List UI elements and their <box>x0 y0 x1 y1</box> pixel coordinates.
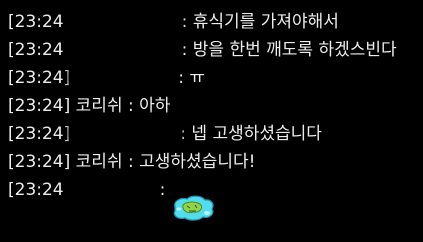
mint-emote-sticker-icon <box>173 195 214 221</box>
redacted-username <box>70 60 176 94</box>
chat-message: : <box>159 180 166 200</box>
chat-timestamp: [23:24] <box>8 124 71 144</box>
chat-line: [23:24] : ㅠ <box>8 60 420 94</box>
chat-message: 코리쉬 : 아하 <box>75 96 171 116</box>
chat-timestamp: [23:24 <box>8 40 64 60</box>
chat-timestamp: [23:24] <box>8 96 71 116</box>
chat-timestamp: [23:24 <box>8 12 64 32</box>
chat-line: [23:24] : 넵 고생하셨습니다 <box>8 116 420 150</box>
chat-message: : 방을 한번 깨도록 하겠스빈다 <box>181 40 397 60</box>
chat-line: [23:24] 코리쉬 : 고생하셨습니다! <box>8 150 420 178</box>
chat-timestamp: [23:24] <box>8 68 71 88</box>
redacted-username <box>68 172 156 206</box>
chat-message: : 넵 고생하셨습니다 <box>180 124 322 144</box>
chat-line: [23:24 : 휴식기를 가져야해서 <box>8 4 420 38</box>
chat-message: : 휴식기를 가져야해서 <box>181 12 339 32</box>
chat-line: [23:24] 코리쉬 : 아하 <box>8 94 420 122</box>
chat-message: 코리쉬 : 고생하셨습니다! <box>75 152 256 172</box>
chat-log: [23:24 : 휴식기를 가져야해서 [23:24 : 방을 한번 깨도록 하겠스… <box>8 4 420 206</box>
chat-timestamp: [23:24] <box>8 152 71 172</box>
chat-line: [23:24 : 방을 한번 깨도록 하겠스빈다 <box>8 32 420 66</box>
chat-message: : ㅠ <box>178 68 206 88</box>
chat-timestamp: [23:24 <box>8 180 64 200</box>
chat-window: [23:24 : 휴식기를 가져야해서 [23:24 : 방을 한번 깨도록 하겠스… <box>0 0 423 242</box>
redacted-username <box>70 116 180 150</box>
